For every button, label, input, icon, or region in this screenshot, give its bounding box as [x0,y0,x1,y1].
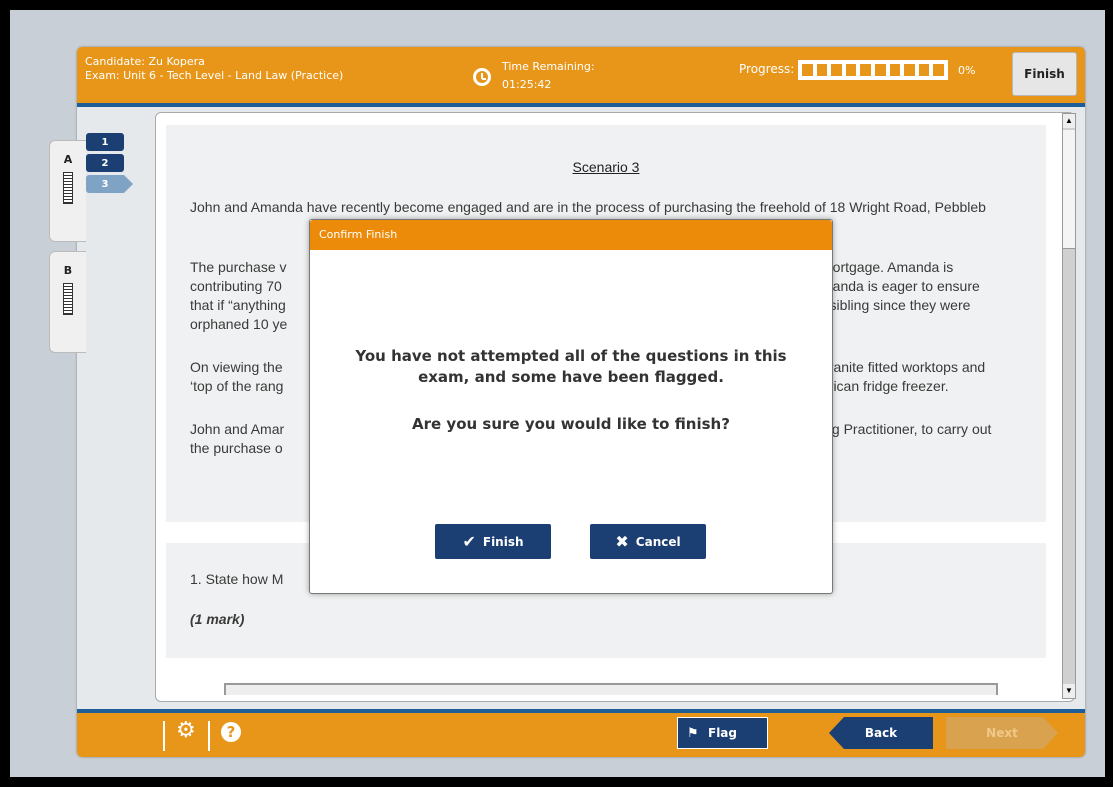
cross-icon: ✖ [615,532,629,551]
back-button[interactable]: Back [829,717,933,749]
scenario-right-4: granite fitted worktops and [821,359,986,375]
scenario-right-3: r sibling since they were [821,297,971,313]
finish-exam-button[interactable]: Finish [1012,52,1077,96]
help-icon[interactable]: ? [221,722,241,742]
footer-divider [208,721,210,751]
section-progress-bar [63,283,73,315]
question-marks: (1 mark) [190,611,245,627]
dialog-question: Are you sure you would like to finish? [412,415,730,433]
candidate-name: Candidate: Zu Kopera [85,55,205,68]
confirm-finish-dialog: Confirm Finish You have not attempted al… [309,219,833,594]
time-remaining-value: 01:25:42 [502,78,552,91]
dialog-message-line2: exam, and some have been flagged. [418,368,724,386]
progress-label: Progress: [739,62,795,76]
section-tab-b-label: B [63,264,73,277]
progress-bar [798,60,948,80]
question-button-3[interactable]: 3 [86,175,133,193]
section-tab-a-label: A [63,153,73,166]
checkmark-icon: ✔ [462,532,476,551]
candidate-info: Candidate: Zu Kopera Exam: Unit 6 - Tech… [85,55,343,83]
dialog-title: Confirm Finish [310,220,832,250]
footer-divider [163,721,165,751]
exam-header: Candidate: Zu Kopera Exam: Unit 6 - Tech… [77,47,1085,107]
scenario-right-2: manda is eager to ensure [821,278,980,294]
scenario-title: Scenario 3 [572,159,640,175]
dialog-finish-label: Finish [482,534,524,549]
exam-name: Exam: Unit 6 - Tech Level - Land Law (Pr… [85,69,344,82]
scenario-right-6: ing Practitioner, to carry out [821,421,992,437]
answer-toolbar-partial [224,683,998,695]
scenario-right-5: erican fridge freezer. [821,378,949,394]
flag-label: Flag [708,726,737,740]
flag-icon: ⚑ [687,726,699,741]
scenario-right-1: mortgage. Amanda is [821,259,954,275]
next-button[interactable]: Next [946,717,1058,749]
question-text: 1. State how M [190,571,284,587]
clock-icon [473,68,491,86]
section-progress-bar [63,172,73,204]
scroll-thumb[interactable] [1063,130,1075,249]
scroll-down-arrow-icon[interactable]: ▼ [1063,684,1075,698]
progress-percent: 0% [958,64,976,77]
dialog-message: You have not attempted all of the questi… [310,346,832,388]
section-tab-b[interactable]: B [49,251,86,353]
dialog-message-line1: You have not attempted all of the questi… [355,347,787,365]
question-navigator: 1 2 3 [86,133,133,196]
section-tab-a[interactable]: A [49,140,86,242]
scroll-up-arrow-icon[interactable]: ▲ [1063,114,1075,128]
flag-button[interactable]: ⚑ Flag [677,717,768,749]
dialog-cancel-button[interactable]: ✖ Cancel [590,524,706,559]
vertical-scrollbar[interactable]: ▲ ▼ [1062,113,1076,699]
time-remaining-label: Time Remaining: [502,60,595,73]
dialog-finish-button[interactable]: ✔ Finish [435,524,551,559]
question-button-1[interactable]: 1 [86,133,124,151]
settings-gear-icon[interactable]: ⚙ [176,719,196,741]
question-button-2[interactable]: 2 [86,154,124,172]
exam-footer: ⚙ ? ⚑ Flag Back Next [77,709,1085,757]
dialog-cancel-label: Cancel [635,534,681,549]
scenario-paragraph-1: John and Amanda have recently become eng… [190,199,986,215]
